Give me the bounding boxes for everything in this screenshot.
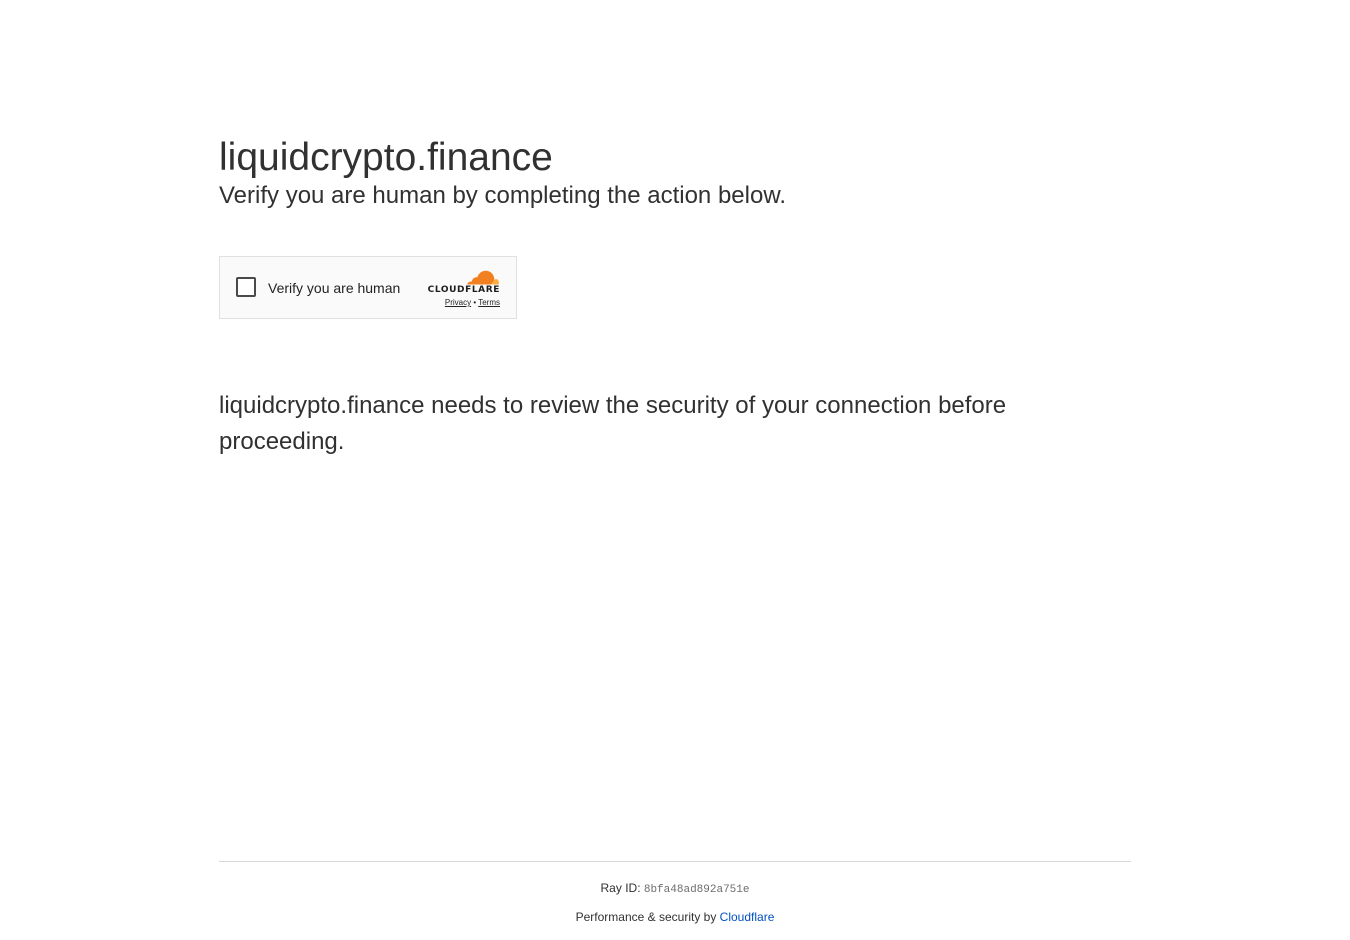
widget-links: Privacy • Terms [445, 298, 500, 307]
page-subtitle: Verify you are human by completing the a… [219, 182, 786, 209]
main-content: liquidcrypto.finance Verify you are huma… [219, 130, 1131, 455]
terms-link[interactable]: Terms [478, 298, 500, 307]
security-notice: liquidcrypto.finance needs to review the… [219, 392, 1007, 455]
challenge-page: liquidcrypto.finance Verify you are huma… [0, 0, 1350, 940]
verify-checkbox-label[interactable]: Verify you are human [268, 279, 400, 297]
cloudflare-wordmark: CLOUDFLARE [427, 285, 500, 295]
ray-id-line: Ray ID: 8bfa48ad892a751e [219, 880, 1131, 898]
footer: Ray ID: 8bfa48ad892a751e Performance & s… [219, 861, 1131, 925]
cloudflare-link[interactable]: Cloudflare [720, 910, 775, 924]
page-title: liquidcrypto.finance [219, 136, 553, 179]
ray-id-label: Ray ID: [600, 881, 644, 895]
privacy-link[interactable]: Privacy [445, 298, 471, 307]
verify-checkbox[interactable] [236, 277, 256, 297]
ray-id-value: 8bfa48ad892a751e [643, 884, 750, 896]
performance-prefix: Performance & security by [575, 910, 720, 924]
cloudflare-cloud-icon [467, 270, 499, 285]
performance-line: Performance & security by Cloudflare [219, 909, 1131, 925]
turnstile-widget: Verify you are human CLOUDFLARE Privacy … [219, 256, 517, 319]
cloudflare-branding: CLOUDFLARE Privacy • Terms [424, 267, 500, 311]
